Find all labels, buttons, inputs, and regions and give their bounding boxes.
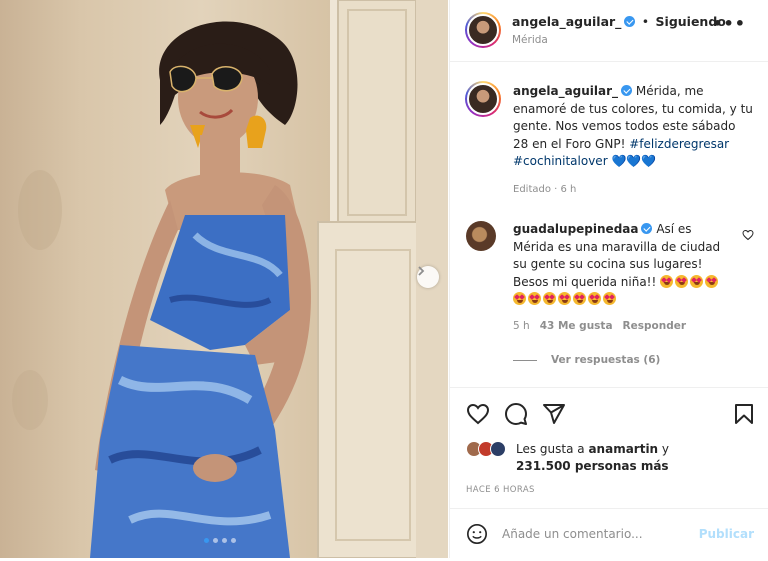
verified-badge-icon bbox=[621, 85, 633, 96]
next-slide-button[interactable] bbox=[417, 266, 439, 288]
heart-eyes-emoji-icon bbox=[660, 274, 674, 288]
more-options-icon[interactable]: ••• bbox=[712, 14, 746, 33]
caption-hearts: 💙💙💙 bbox=[611, 154, 657, 168]
comment-meta: 5 h 43 Me gusta Responder bbox=[513, 320, 686, 332]
follow-separator: • bbox=[641, 14, 650, 29]
comment-icon[interactable] bbox=[504, 402, 528, 426]
liker-avatars[interactable] bbox=[466, 441, 506, 457]
post-photo[interactable] bbox=[0, 0, 448, 558]
save-bookmark-icon[interactable] bbox=[732, 402, 756, 426]
commenter-username[interactable]: guadalupepinedaa bbox=[513, 222, 638, 236]
liker-avatar bbox=[490, 441, 506, 457]
author-avatar[interactable] bbox=[465, 12, 501, 48]
heart-eyes-emoji-icon bbox=[588, 292, 601, 305]
likes-summary: Les gusta a anamartin y 231.500 personas… bbox=[516, 441, 756, 475]
likes-prefix: Les gusta a bbox=[516, 442, 589, 456]
add-comment-bar: Publicar bbox=[450, 510, 768, 558]
verified-badge-icon bbox=[624, 16, 636, 27]
actions-section: Les gusta a anamartin y 231.500 personas… bbox=[450, 389, 768, 509]
heart-eyes-emoji-icon bbox=[528, 292, 541, 305]
heart-eyes-emoji-icon bbox=[675, 274, 689, 288]
heart-eyes-emoji-icon bbox=[690, 274, 704, 288]
emoji-smile-icon[interactable] bbox=[466, 523, 488, 545]
post-time[interactable]: HACE 6 HORAS bbox=[466, 485, 535, 495]
hashtag-link[interactable]: #felizderegresar bbox=[629, 137, 729, 151]
comment: guadalupepinedaa Así es Mérida es una ma… bbox=[513, 221, 735, 309]
heart-eyes-emoji-icon bbox=[705, 274, 719, 288]
liker-username[interactable]: anamartin bbox=[588, 442, 658, 456]
hashtag-link[interactable]: #cochinitalover bbox=[513, 154, 608, 168]
comment-input[interactable] bbox=[502, 523, 692, 545]
publish-button[interactable]: Publicar bbox=[699, 527, 754, 541]
heart-eyes-emoji-icon bbox=[603, 292, 616, 305]
comment-like-icon[interactable] bbox=[742, 229, 754, 241]
heart-eyes-emoji-icon bbox=[573, 292, 586, 305]
likes-count[interactable]: 231.500 personas más bbox=[516, 459, 669, 473]
author-username[interactable]: angela_aguilar_ bbox=[512, 14, 621, 29]
comment-time: 5 h bbox=[513, 320, 530, 332]
like-icon[interactable] bbox=[466, 402, 490, 426]
post-header: angela_aguilar_ • Siguiendo Mérida ••• bbox=[450, 0, 768, 62]
view-replies-label: Ver respuestas (6) bbox=[551, 354, 661, 366]
verified-badge-icon bbox=[641, 223, 653, 234]
carousel-dot bbox=[222, 538, 227, 543]
carousel-dot bbox=[204, 538, 209, 543]
heart-eyes-emoji-icon bbox=[543, 292, 556, 305]
caption-meta: Editado · 6 h bbox=[513, 184, 577, 195]
heart-eyes-emoji-icon bbox=[513, 292, 526, 305]
likes-connector: y bbox=[658, 442, 670, 456]
caption-avatar[interactable] bbox=[465, 81, 501, 117]
photo-illustration bbox=[12, 0, 448, 558]
carousel-dot bbox=[231, 538, 236, 543]
comments-section: angela_aguilar_ Mérida, me enamoré de tu… bbox=[450, 63, 768, 388]
commenter-avatar[interactable] bbox=[466, 221, 496, 251]
comment-likes[interactable]: 43 Me gusta bbox=[540, 320, 613, 332]
instagram-post: angela_aguilar_ • Siguiendo Mérida ••• a… bbox=[0, 0, 768, 561]
chevron-right-icon bbox=[418, 266, 425, 276]
header-username-line: angela_aguilar_ • Siguiendo bbox=[512, 14, 726, 29]
caption-username[interactable]: angela_aguilar_ bbox=[513, 84, 618, 98]
post-panel: angela_aguilar_ • Siguiendo Mérida ••• a… bbox=[449, 0, 768, 558]
replies-divider bbox=[513, 359, 537, 361]
post-location[interactable]: Mérida bbox=[512, 34, 548, 46]
carousel-indicator bbox=[204, 538, 236, 543]
reply-button[interactable]: Responder bbox=[623, 320, 686, 332]
caption: angela_aguilar_ Mérida, me enamoré de tu… bbox=[513, 83, 753, 171]
share-icon[interactable] bbox=[542, 402, 566, 426]
carousel-dot bbox=[213, 538, 218, 543]
view-replies-button[interactable]: Ver respuestas (6) bbox=[513, 354, 660, 366]
heart-eyes-emoji-icon bbox=[558, 292, 571, 305]
